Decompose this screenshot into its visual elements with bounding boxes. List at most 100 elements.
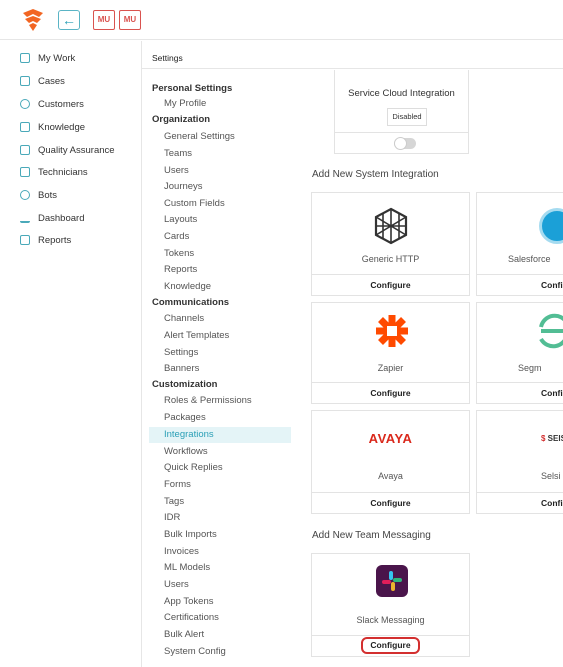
integration-card-slack: Slack Messaging Configure <box>311 553 470 657</box>
nav-item-label: Reports <box>38 234 72 246</box>
configure-button[interactable]: Config <box>477 274 563 295</box>
nav-item-label: My Work <box>38 52 76 64</box>
nav-item-label: Knowledge <box>38 121 86 133</box>
integration-card-zapier: Zapier Configure <box>311 302 470 404</box>
integration-card-segment: Segm Config <box>476 302 563 404</box>
configure-button[interactable]: Configure <box>312 274 469 295</box>
menu-item-packages[interactable]: Packages <box>164 412 206 423</box>
integration-name: Salesforce <box>508 254 551 264</box>
menu-item-idr[interactable]: IDR <box>164 512 180 523</box>
integration-card-generic-http: Generic HTTP Configure <box>311 192 470 296</box>
integration-name: Segm <box>518 363 542 373</box>
configure-button[interactable]: Configure <box>312 492 469 513</box>
menu-item-channels[interactable]: Channels <box>164 313 204 324</box>
user-badge-secondary[interactable]: MU <box>119 10 141 30</box>
back-button[interactable]: ← <box>58 10 80 30</box>
integration-name: Selsi <box>541 471 561 481</box>
menu-item-teams[interactable]: Teams <box>164 148 192 159</box>
segment-logo-icon <box>539 313 563 349</box>
arrow-left-icon: ← <box>62 12 76 28</box>
nav-item-technicians[interactable]: Technicians <box>20 163 88 181</box>
nav-item-reports[interactable]: Reports <box>20 231 71 249</box>
avaya-logo: AVAYA <box>368 431 413 446</box>
configure-button[interactable]: Configure <box>312 382 469 403</box>
integration-card-selsi: $ SEIS Selsi Config <box>476 410 563 514</box>
slack-logo-icon <box>376 565 408 597</box>
menu-item-layouts[interactable]: Layouts <box>164 214 197 225</box>
menu-item-bulk-imports[interactable]: Bulk Imports <box>164 529 217 540</box>
nav-item-cases[interactable]: Cases <box>20 72 65 90</box>
menu-category-personal: Personal Settings <box>152 83 233 94</box>
nav-item-knowledge[interactable]: Knowledge <box>20 118 85 136</box>
configure-button[interactable]: Config <box>477 492 563 513</box>
enable-toggle[interactable] <box>394 137 416 150</box>
menu-item-certifications[interactable]: Certifications <box>164 612 219 623</box>
left-navigation: My Work Cases Customers Knowledge Qualit… <box>0 41 140 667</box>
menu-item-tags[interactable]: Tags <box>164 496 184 507</box>
nav-item-dashboard[interactable]: Dashboard <box>20 209 84 227</box>
menu-item-users-custom[interactable]: Users <box>164 579 189 590</box>
nav-item-customers[interactable]: Customers <box>20 95 84 113</box>
nav-item-label: Quality Assurance <box>38 144 115 156</box>
chart-icon <box>20 213 30 223</box>
toggle-row <box>335 132 468 153</box>
menu-item-roles-permissions[interactable]: Roles & Permissions <box>164 395 252 406</box>
user-badge[interactable]: MU <box>93 10 115 30</box>
menu-item-app-tokens[interactable]: App Tokens <box>164 596 213 607</box>
settings-header: Settings <box>141 41 563 69</box>
home-icon <box>20 53 30 63</box>
nav-item-bots[interactable]: Bots <box>20 186 57 204</box>
zapier-asterisk-icon <box>376 315 408 347</box>
settings-title: Settings <box>152 53 183 63</box>
users-icon <box>20 99 30 109</box>
nav-item-label: Technicians <box>38 166 88 178</box>
menu-item-my-profile[interactable]: My Profile <box>164 98 206 109</box>
configure-button-row: Configure <box>312 635 469 656</box>
menu-item-tokens[interactable]: Tokens <box>164 248 194 259</box>
nav-item-label: Dashboard <box>38 212 85 224</box>
top-bar: ← MU MU <box>0 0 563 40</box>
menu-item-custom-fields[interactable]: Custom Fields <box>164 198 225 209</box>
nav-item-my-work[interactable]: My Work <box>20 49 75 67</box>
menu-category-organization: Organization <box>152 114 211 125</box>
nav-item-label: Bots <box>38 189 58 201</box>
selsi-logo: $ SEIS <box>541 434 563 443</box>
menu-item-quick-replies[interactable]: Quick Replies <box>164 462 223 473</box>
integration-name: Avaya <box>378 471 403 481</box>
status-badge: Disabled <box>387 108 427 126</box>
nav-item-label: Customers <box>38 98 84 110</box>
report-icon <box>20 235 30 245</box>
integration-name: Slack Messaging <box>356 615 425 625</box>
menu-item-banners[interactable]: Banners <box>164 363 199 374</box>
id-card-icon <box>20 167 30 177</box>
menu-item-bulk-alert[interactable]: Bulk Alert <box>164 629 204 640</box>
integration-name: Zapier <box>377 363 404 373</box>
menu-item-alert-templates[interactable]: Alert Templates <box>164 330 229 341</box>
menu-item-knowledge[interactable]: Knowledge <box>164 281 211 292</box>
menu-item-reports[interactable]: Reports <box>164 264 197 275</box>
service-cloud-card: Service Cloud Integration Disabled <box>334 70 469 154</box>
menu-item-ml-models[interactable]: ML Models <box>164 562 210 573</box>
service-cloud-title: Service Cloud Integration <box>348 88 455 99</box>
configure-button[interactable]: Config <box>477 382 563 403</box>
menu-item-workflows[interactable]: Workflows <box>164 446 208 457</box>
menu-item-integrations[interactable]: Integrations <box>164 429 214 440</box>
integration-card-avaya: AVAYA Avaya Configure <box>311 410 470 514</box>
book-icon <box>20 122 30 132</box>
app-logo[interactable] <box>20 7 46 33</box>
nav-item-quality-assurance[interactable]: Quality Assurance <box>20 141 115 159</box>
salesforce-cloud-icon <box>539 208 563 244</box>
menu-item-system-config[interactable]: System Config <box>164 646 226 657</box>
menu-item-journeys[interactable]: Journeys <box>164 181 203 192</box>
menu-item-invoices[interactable]: Invoices <box>164 546 199 557</box>
hexagon-network-icon <box>374 207 408 245</box>
menu-item-users[interactable]: Users <box>164 165 189 176</box>
menu-item-cards[interactable]: Cards <box>164 231 189 242</box>
menu-item-settings[interactable]: Settings <box>164 347 198 358</box>
menu-item-forms[interactable]: Forms <box>164 479 191 490</box>
menu-item-general-settings[interactable]: General Settings <box>164 131 235 142</box>
briefcase-icon <box>20 76 30 86</box>
bot-icon <box>20 190 30 200</box>
configure-button[interactable]: Configure <box>361 637 420 654</box>
selsi-mark-icon: $ <box>541 434 548 443</box>
